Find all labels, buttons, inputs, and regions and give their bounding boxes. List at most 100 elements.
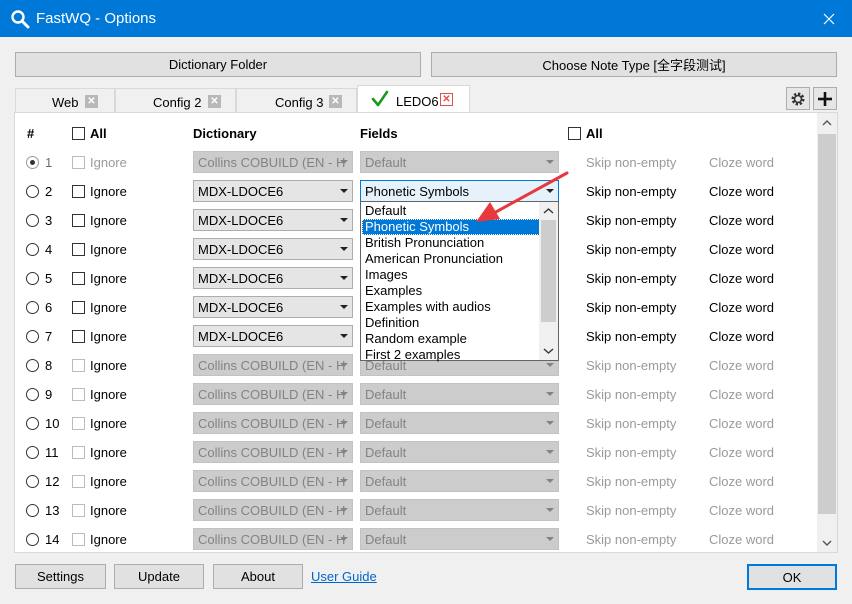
field-select[interactable]: Default [360,470,559,492]
cloze-word-checkbox[interactable] [72,533,85,546]
dropdown-option[interactable]: Images [362,267,540,283]
cloze-word-checkbox[interactable] [72,330,85,343]
row-radio[interactable] [26,504,39,517]
cloze-word-checkbox[interactable] [72,301,85,314]
update-button[interactable]: Update [114,564,204,589]
dictionary-select[interactable]: Collins COBUILD (EN - H [193,470,353,492]
close-window-button[interactable] [806,0,852,37]
row-number: 1 [45,155,53,170]
cloze-word-checkbox[interactable] [72,417,85,430]
cloze-word-checkbox[interactable] [72,504,85,517]
settings-button[interactable]: Settings [15,564,106,589]
scroll-up-icon[interactable] [822,119,832,127]
add-tab-button[interactable] [813,87,837,110]
cloze-word-checkbox[interactable] [72,214,85,227]
dictionary-select[interactable]: Collins COBUILD (EN - H [193,383,353,405]
row-radio[interactable] [26,301,39,314]
ignore-label: Ignore [90,358,127,373]
tab-close-icon[interactable]: ✕ [329,95,342,108]
dropdown-scroll-thumb[interactable] [541,220,556,322]
row-radio[interactable] [26,214,39,227]
dropdown-option[interactable]: Phonetic Symbols [362,219,540,235]
dictionary-select[interactable]: Collins COBUILD (EN - H [193,151,353,173]
cloze-word-label: Cloze word [709,242,775,257]
row-radio[interactable] [26,272,39,285]
tab-close-icon[interactable]: ✕ [208,95,221,108]
dictionary-select[interactable]: MDX-LDOCE6 [193,209,353,231]
dropdown-option[interactable]: Default [362,203,540,219]
row-radio[interactable] [26,185,39,198]
dictionary-select[interactable]: MDX-LDOCE6 [193,180,353,202]
user-guide-link[interactable]: User Guide [311,569,377,584]
settings-gear-button[interactable] [786,87,810,110]
tab-close-icon[interactable]: ✕ [85,95,98,108]
dictionary-value: MDX-LDOCE6 [198,242,284,257]
dropdown-scroll-down-icon[interactable] [543,347,554,355]
dictionary-select[interactable]: MDX-LDOCE6 [193,267,353,289]
row-radio[interactable] [26,359,39,372]
field-select[interactable]: Default [360,528,559,550]
row-radio[interactable] [26,243,39,256]
cloze-word-checkbox[interactable] [72,243,85,256]
row-radio[interactable] [26,417,39,430]
dropdown-option[interactable]: Examples with audios [362,299,540,315]
dropdown-option[interactable]: Random example [362,331,540,347]
dictionary-folder-button[interactable]: Dictionary Folder [15,52,421,77]
cloze-word-checkbox[interactable] [72,388,85,401]
dropdown-option[interactable]: American Pronunciation [362,251,540,267]
dictionary-select[interactable]: Collins COBUILD (EN - H [193,412,353,434]
tab-config-3[interactable]: Config 3 ✕ [236,88,357,113]
dictionary-select[interactable]: Collins COBUILD (EN - H [193,354,353,376]
scrollbar-thumb[interactable] [818,134,836,514]
dropdown-option[interactable]: Definition [362,315,540,331]
skip-non-empty-label: Skip non-empty [586,184,677,199]
tab-ledo6[interactable]: LEDO6 ✕ [357,85,470,113]
dictionary-value: MDX-LDOCE6 [198,271,284,286]
dictionary-select[interactable]: MDX-LDOCE6 [193,325,353,347]
row-radio[interactable] [26,475,39,488]
field-select[interactable]: Default [360,412,559,434]
dictionary-select[interactable]: Collins COBUILD (EN - H [193,499,353,521]
dropdown-option[interactable]: Examples [362,283,540,299]
dictionary-select[interactable]: Collins COBUILD (EN - H [193,528,353,550]
chevron-down-icon [340,276,348,280]
dictionary-select[interactable]: MDX-LDOCE6 [193,238,353,260]
cloze-word-checkbox[interactable] [72,475,85,488]
cloze-word-checkbox[interactable] [72,359,85,372]
choose-note-type-button[interactable]: Choose Note Type [全字段测试] [431,52,837,77]
dropdown-scroll-up-icon[interactable] [543,207,554,215]
dictionary-folder-label: Dictionary Folder [168,57,268,72]
field-value: Phonetic Symbols [365,184,470,199]
field-select[interactable]: Default [360,383,559,405]
scroll-down-icon[interactable] [822,539,832,547]
ok-button[interactable]: OK [747,564,837,590]
dropdown-option[interactable]: First 2 examples [362,347,540,363]
field-select[interactable]: Phonetic Symbols [360,180,559,202]
cloze-word-checkbox[interactable] [72,446,85,459]
dropdown-scrollbar[interactable] [539,202,558,360]
cloze-word-checkbox[interactable] [72,272,85,285]
dictionary-select[interactable]: MDX-LDOCE6 [193,296,353,318]
tab-web[interactable]: Web ✕ [15,88,115,113]
skip-all-checkbox[interactable] [568,127,581,140]
cloze-word-checkbox[interactable] [72,185,85,198]
field-select[interactable]: Default [360,151,559,173]
row-radio[interactable] [26,388,39,401]
row-radio[interactable] [26,533,39,546]
chevron-down-icon [340,247,348,251]
field-select[interactable]: Default [360,441,559,463]
fields-dropdown-list[interactable]: Default Phonetic Symbols British Pronuncia… [360,201,559,363]
row-radio[interactable] [26,330,39,343]
dictionary-select[interactable]: Collins COBUILD (EN - H [193,441,353,463]
row-radio[interactable] [26,446,39,459]
field-select[interactable]: Default [360,499,559,521]
ignore-all-checkbox[interactable] [72,127,85,140]
about-button[interactable]: About [213,564,303,589]
tab-close-icon[interactable]: ✕ [440,93,453,106]
tab-config-2[interactable]: Config 2 ✕ [115,88,236,113]
cloze-word-checkbox[interactable] [72,156,85,169]
row-number: 5 [45,271,53,286]
panel-scrollbar[interactable] [817,113,837,552]
dropdown-option[interactable]: British Pronunciation [362,235,540,251]
row-radio[interactable] [26,156,39,169]
